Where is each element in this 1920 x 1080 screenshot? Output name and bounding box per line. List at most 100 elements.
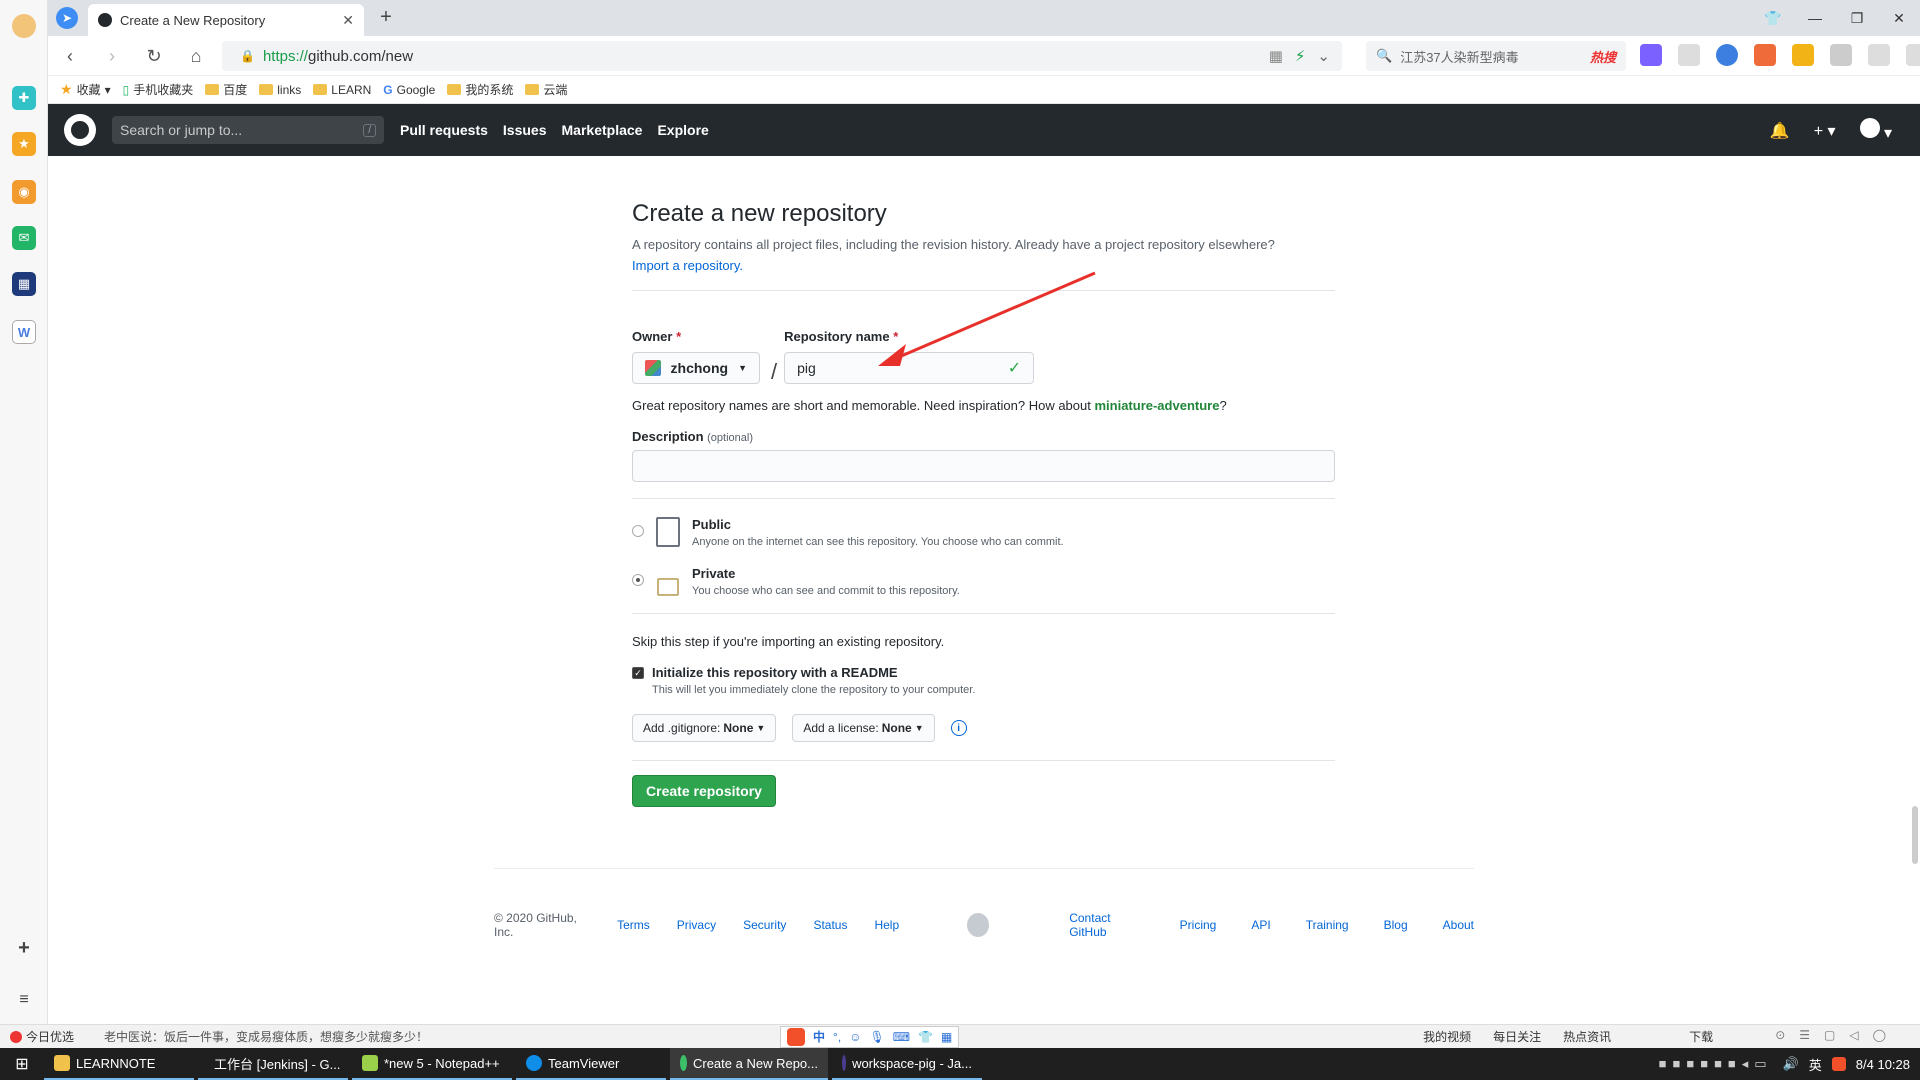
footer-link-help[interactable]: Help [874,918,899,932]
taskbar-item-learnnote[interactable]: LEARNNOTE [44,1048,194,1080]
create-repository-button[interactable]: Create repository [632,775,776,807]
plugin-icon[interactable]: ✚ [12,86,36,110]
visibility-public-option[interactable]: Public Anyone on the internet can see th… [632,517,1335,548]
news-ticker[interactable]: 老中医说：饭后一件事，变成易瘦体质，想瘦多少就瘦多少！ [104,1028,428,1045]
nav-marketplace[interactable]: Marketplace [562,122,643,138]
download-link[interactable]: 下载 [1689,1028,1713,1045]
public-radio[interactable] [632,525,644,537]
taskbar-item-browser[interactable]: Create a New Repo... [670,1048,828,1080]
description-input[interactable] [632,450,1335,482]
nav-pull-requests[interactable]: Pull requests [400,122,488,138]
footer-link-about[interactable]: About [1443,918,1474,932]
footer-link-privacy[interactable]: Privacy [677,918,716,932]
tab-create-repository[interactable]: Create a New Repository ✕ [88,4,364,36]
lightning-icon[interactable]: ⚡ [1295,47,1306,65]
document-icon[interactable]: W [12,320,36,344]
import-repository-link[interactable]: Import a repository. [632,258,743,273]
footer-link-blog[interactable]: Blog [1384,918,1408,932]
bookmark-google[interactable]: G Google [383,83,435,97]
nav-issues[interactable]: Issues [503,122,547,138]
footer-link-contact[interactable]: Contact GitHub [1069,911,1144,939]
taskbar-item-jenkins[interactable]: 工作台 [Jenkins] - G... [198,1048,348,1080]
browser-icon [680,1055,687,1071]
chevron-down-icon[interactable]: ⌄ [1317,47,1330,65]
close-tab-icon[interactable]: ✕ [342,12,354,29]
hot-news-link[interactable]: 热点资讯 [1563,1028,1611,1045]
undo-icon[interactable] [1868,44,1890,66]
skin-icon[interactable]: 👕 [1752,0,1794,36]
owner-value: zhchong [670,360,729,376]
bookmark-learn[interactable]: LEARN [313,83,371,97]
folder-icon [259,84,274,95]
name-suggestion[interactable]: miniature-adventure [1094,398,1219,413]
app-icon[interactable]: ▦ [12,272,36,296]
taskbar-item-teamviewer[interactable]: TeamViewer [516,1048,666,1080]
bookmark-my-system[interactable]: 我的系统 [447,81,513,98]
daily-focus-link[interactable]: 每日关注 [1493,1028,1541,1045]
menu-icon[interactable] [1906,44,1920,66]
system-tray[interactable]: ■■■■■■◂▭ 🔊 英 8/4 10:28 [1659,1055,1910,1074]
bell-icon[interactable]: 🔔 [1770,121,1790,141]
qr-icon[interactable]: ▦ [1269,47,1283,65]
windows-start-icon[interactable]: ⊞ [0,1048,44,1080]
github-favicon-icon [98,13,112,27]
user-avatar-icon[interactable] [12,14,36,38]
owner-dropdown[interactable]: zhchong ▼ [632,352,760,384]
new-tab-button[interactable]: + [374,6,398,30]
bookmark-baidu[interactable]: 百度 [205,81,247,98]
scrollbar-thumb[interactable] [1912,806,1918,864]
url-input[interactable]: 🔒 https:// github.com/new ▦ ⚡ ⌄ [222,41,1342,71]
magnifier-icon[interactable] [1716,44,1738,66]
github-header-right: 🔔 + ▾ ▾ [1770,118,1892,143]
github-search-input[interactable]: Search or jump to... / [112,116,384,144]
forward-icon[interactable]: › [100,44,124,68]
info-icon[interactable]: i [950,720,967,736]
footer-link-terms[interactable]: Terms [617,918,650,932]
tray-icons[interactable]: ⊙☰▢◁◯ [1775,1028,1900,1045]
grid-icon[interactable] [1830,44,1852,66]
list-icon[interactable]: ≡ [12,988,36,1012]
game-icon[interactable] [1754,44,1776,66]
gitignore-dropdown[interactable]: Add .gitignore: None ▼ [632,714,777,742]
phone-icon: ▯ [122,82,130,97]
footer-link-api[interactable]: API [1251,918,1270,932]
hot-search-badge[interactable]: 热搜 [1590,47,1616,66]
mail-icon[interactable]: ✉ [12,226,36,250]
taskbar-item-eclipse[interactable]: workspace-pig - Ja... [832,1048,982,1080]
footer-link-security[interactable]: Security [743,918,786,932]
ime-toolbar[interactable]: 中 °, ☺ 🎙 ⌨ 👕 ▦ [780,1025,960,1048]
bookmark-cloud[interactable]: 云端 [525,81,567,98]
bookmark-links[interactable]: links [259,83,301,97]
github-logo-icon[interactable] [64,114,96,146]
favorites-icon[interactable]: ★ [12,132,36,156]
close-window-icon[interactable]: ✕ [1878,0,1920,36]
plus-dropdown-icon[interactable]: + ▾ [1814,121,1836,141]
add-icon[interactable]: + [12,936,36,960]
footer-link-pricing[interactable]: Pricing [1180,918,1217,932]
browser-search-input[interactable]: 🔍 江苏37人染新型病毒 热搜 [1366,41,1626,71]
my-videos-link[interactable]: 我的视频 [1423,1028,1471,1045]
translate-icon[interactable] [1640,44,1662,66]
today-picks[interactable]: 今日优选 [10,1028,74,1045]
user-avatar-menu[interactable]: ▾ [1859,118,1892,143]
shield-icon[interactable] [1792,44,1814,66]
private-radio[interactable] [632,574,644,586]
bookmark-favorites[interactable]: ★ 收藏 ▾ [60,81,111,98]
home-icon[interactable]: ⌂ [184,44,208,68]
footer-link-training[interactable]: Training [1306,918,1349,932]
scissors-icon[interactable] [1678,44,1700,66]
init-readme-checkbox[interactable]: ✓ [632,667,644,679]
reload-icon[interactable]: ↻ [142,44,166,68]
restore-icon[interactable]: ❐ [1836,0,1878,36]
weibo-icon[interactable]: ◉ [12,180,36,204]
back-icon[interactable]: ‹ [58,44,82,68]
visibility-private-option[interactable]: Private You choose who can see and commi… [632,566,1335,597]
nav-explore[interactable]: Explore [657,122,708,138]
init-readme-option[interactable]: ✓ Initialize this repository with a READ… [632,665,1335,696]
bookmark-mobile[interactable]: ▯ 手机收藏夹 [123,81,194,98]
minimize-icon[interactable]: — [1794,0,1836,36]
taskbar-item-notepad[interactable]: *new 5 - Notepad++ [352,1048,512,1080]
footer-link-status[interactable]: Status [813,918,847,932]
github-mark-icon[interactable] [967,913,990,937]
license-dropdown[interactable]: Add a license: None ▼ [792,714,935,742]
